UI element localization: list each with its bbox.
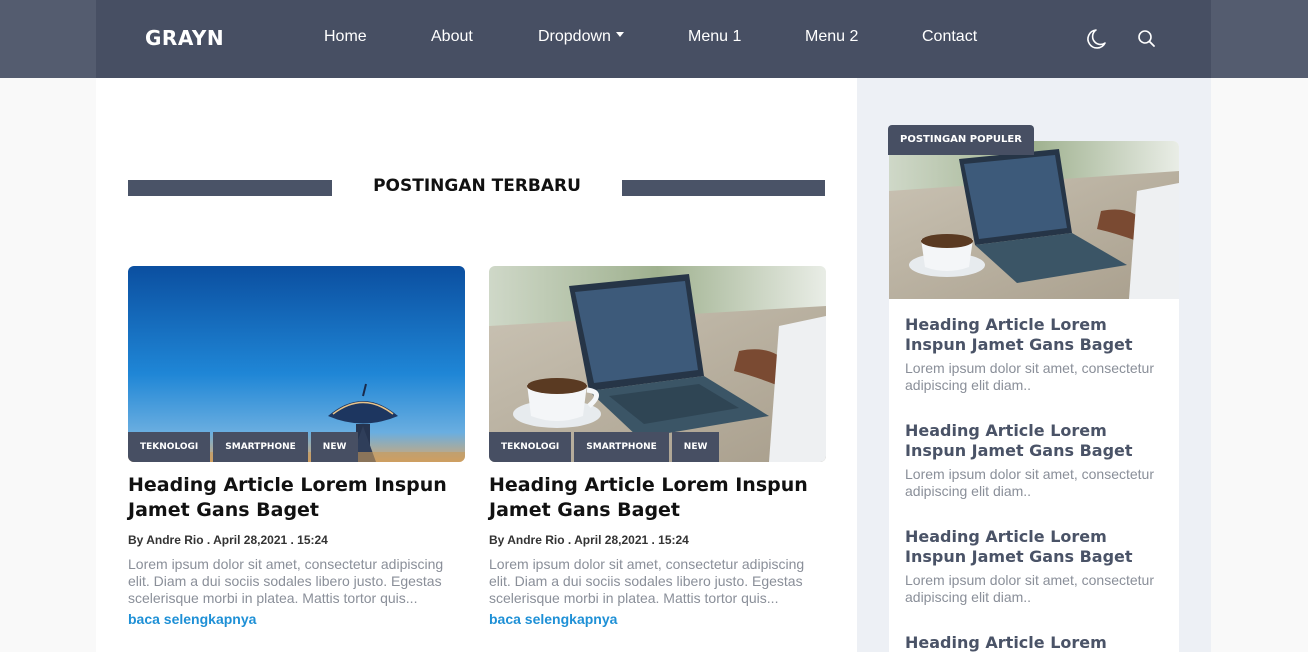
read-more-link[interactable]: baca selengkapnya — [489, 611, 617, 627]
post-meta: By Andre Rio . April 28,2021 . 15:24 — [128, 533, 328, 547]
tag-new[interactable]: NEW — [310, 432, 359, 462]
nav-about[interactable]: About — [431, 28, 473, 46]
post-tags: TEKNOLOGI SMARTPHONE NEW — [128, 432, 361, 462]
navbar: GRAYN Home About Dropdown Menu 1 Menu 2 … — [96, 0, 1211, 78]
post-image[interactable]: TEKNOLOGI SMARTPHONE NEW — [128, 266, 465, 462]
section-divider-right — [622, 180, 825, 196]
popular-post-item[interactable]: Heading Article Lorem Inspun Jamet Gans … — [905, 527, 1167, 606]
post-title[interactable]: Heading Article Lorem Inspun Jamet Gans … — [489, 473, 826, 523]
section-divider-left — [128, 180, 332, 196]
nav-contact[interactable]: Contact — [922, 28, 977, 46]
popular-posts-badge: POSTINGAN POPULER — [888, 125, 1034, 155]
popular-post-title[interactable]: Heading Article Lorem Inspun Jamet Gans … — [905, 421, 1167, 461]
post-image[interactable]: TEKNOLOGI SMARTPHONE NEW — [489, 266, 826, 462]
section-title: POSTINGAN TERBARU — [373, 176, 581, 196]
moon-icon[interactable] — [1082, 26, 1108, 52]
nav-home[interactable]: Home — [324, 28, 367, 46]
search-icon[interactable] — [1134, 26, 1160, 52]
post-excerpt: Lorem ipsum dolor sit amet, consectetur … — [128, 556, 444, 606]
nav-dropdown[interactable]: Dropdown — [538, 28, 624, 46]
popular-post-title[interactable]: Heading Article Lorem Inspun Jamet Gans … — [905, 527, 1167, 567]
post-meta: By Andre Rio . April 28,2021 . 15:24 — [489, 533, 689, 547]
nav-dropdown-label: Dropdown — [538, 28, 611, 45]
nav-menu-1[interactable]: Menu 1 — [688, 28, 741, 46]
read-more-link[interactable]: baca selengkapnya — [128, 611, 256, 627]
popular-post-title[interactable]: Heading Article Lorem — [905, 633, 1167, 652]
popular-post-item[interactable]: Heading Article Lorem Inspun Jamet Gans … — [905, 421, 1167, 500]
popular-post-title[interactable]: Heading Article Lorem Inspun Jamet Gans … — [905, 315, 1167, 355]
nav-menu-2[interactable]: Menu 2 — [805, 28, 858, 46]
popular-post-excerpt: Lorem ipsum dolor sit amet, consectetur … — [905, 466, 1154, 499]
post-tags: TEKNOLOGI SMARTPHONE NEW — [489, 432, 722, 462]
laptop-coffee-photo — [889, 141, 1179, 299]
post-excerpt: Lorem ipsum dolor sit amet, consectetur … — [489, 556, 805, 606]
popular-post-item[interactable]: Heading Article Lorem — [905, 633, 1167, 652]
post-title[interactable]: Heading Article Lorem Inspun Jamet Gans … — [128, 473, 465, 523]
popular-post-image[interactable] — [889, 141, 1179, 299]
popular-posts-card: Heading Article Lorem Inspun Jamet Gans … — [889, 141, 1179, 652]
caret-down-icon — [615, 32, 624, 38]
popular-post-excerpt: Lorem ipsum dolor sit amet, consectetur … — [905, 572, 1154, 605]
tag-teknologi[interactable]: TEKNOLOGI — [128, 432, 211, 462]
popular-post-item[interactable]: Heading Article Lorem Inspun Jamet Gans … — [905, 315, 1167, 394]
tag-smartphone[interactable]: SMARTPHONE — [574, 432, 669, 462]
tag-smartphone[interactable]: SMARTPHONE — [213, 432, 308, 462]
popular-post-excerpt: Lorem ipsum dolor sit amet, consectetur … — [905, 360, 1154, 393]
site-logo[interactable]: GRAYN — [145, 26, 224, 50]
tag-new[interactable]: NEW — [671, 432, 720, 462]
tag-teknologi[interactable]: TEKNOLOGI — [489, 432, 572, 462]
